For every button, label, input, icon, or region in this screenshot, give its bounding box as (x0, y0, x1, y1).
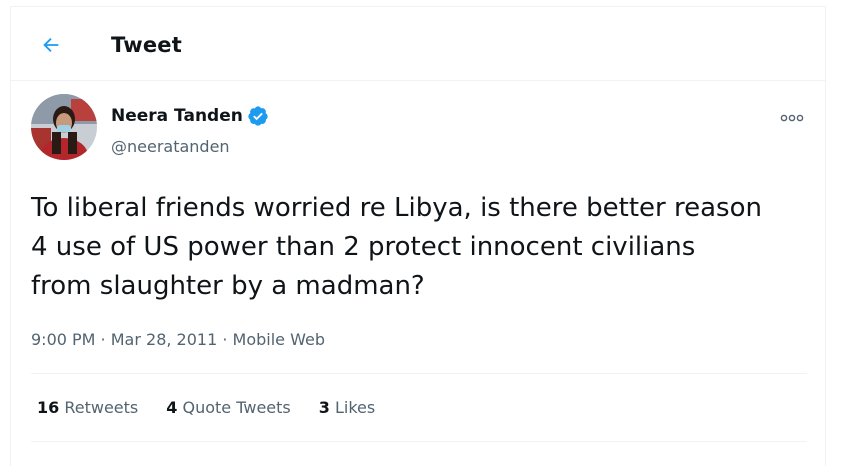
likes-count: 3 (318, 398, 330, 417)
meta-separator: · (95, 330, 111, 349)
retweets-count: 16 (37, 398, 60, 417)
profile-photo (31, 94, 97, 160)
more-options-button[interactable] (775, 101, 809, 135)
likes-stat[interactable]: 3 Likes (319, 397, 375, 419)
tweet-date[interactable]: Mar 28, 2011 (111, 329, 218, 351)
avatar[interactable] (31, 94, 97, 160)
quote-tweets-label: Quote Tweets (182, 398, 291, 417)
page-title: Tweet (111, 33, 182, 57)
likes-label: Likes (334, 398, 376, 417)
divider (31, 373, 807, 374)
tweet-panel: Tweet Neera Tanden @neeratanden To liber… (10, 6, 826, 466)
divider (31, 441, 807, 442)
more-dots-icon (780, 114, 804, 122)
author-name-text: Neera Tanden (111, 106, 243, 126)
back-button[interactable] (33, 27, 69, 63)
page-header: Tweet (11, 7, 825, 81)
tweet-source: Mobile Web (232, 330, 325, 349)
tweet-text: To liberal friends worried re Libya, is … (31, 193, 762, 301)
meta-separator: · (217, 330, 233, 349)
arrow-left-icon (43, 37, 59, 53)
author-name[interactable]: Neera Tanden (111, 105, 269, 127)
retweets-label: Retweets (64, 398, 139, 417)
quote-tweets-stat[interactable]: 4 Quote Tweets (166, 397, 290, 419)
author-handle[interactable]: @neeratanden (111, 137, 230, 157)
tweet-meta: 9:00 PM · Mar 28, 2011 · Mobile Web (31, 329, 325, 351)
tweet-time[interactable]: 9:00 PM (31, 329, 95, 351)
retweets-stat[interactable]: 16 Retweets (37, 397, 138, 419)
tweet-stats: 16 Retweets 4 Quote Tweets 3 Likes (37, 397, 403, 419)
verified-badge-icon (248, 106, 268, 126)
quote-tweets-count: 4 (166, 398, 178, 417)
